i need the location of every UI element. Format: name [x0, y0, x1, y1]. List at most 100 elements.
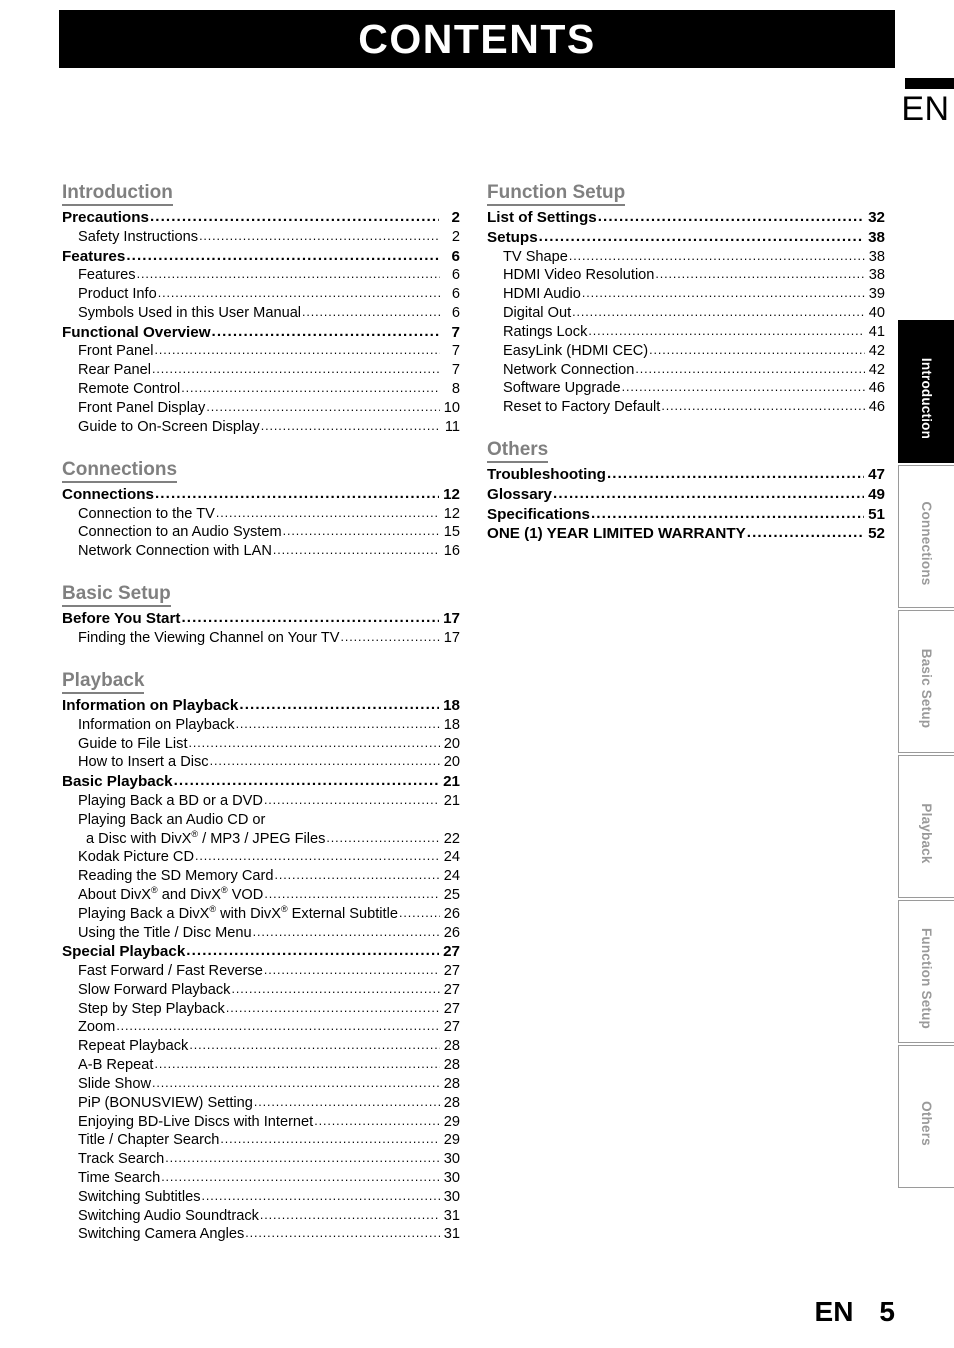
- toc-entry[interactable]: Using the Title / Disc Menu.............…: [62, 924, 460, 943]
- toc-entry[interactable]: HDMI Audio..............................…: [487, 285, 885, 304]
- section-tab-others[interactable]: Others: [898, 1045, 954, 1188]
- toc-page-number: 27: [443, 981, 460, 998]
- toc-entry-label: PiP (BONUSVIEW) Setting: [78, 1094, 253, 1111]
- toc-entry-label: Software Upgrade: [503, 380, 621, 397]
- toc-entry[interactable]: TV Shape................................…: [487, 248, 885, 267]
- toc-page-number: 18: [443, 716, 460, 733]
- toc-entry[interactable]: Guide to On-Screen Display..............…: [62, 418, 460, 437]
- toc-entry[interactable]: Connections.............................…: [62, 485, 460, 505]
- section-tab-connections[interactable]: Connections: [898, 465, 954, 608]
- toc-dot-leader: ........................................…: [211, 322, 439, 340]
- toc-entry[interactable]: Playing Back a BD or a DVD..............…: [62, 792, 460, 811]
- toc-entry[interactable]: Functional Overview.....................…: [62, 323, 460, 343]
- toc-entry[interactable]: Setups..................................…: [487, 228, 885, 248]
- toc-section-heading[interactable]: Function Setup: [487, 182, 626, 207]
- toc-entry[interactable]: Track Search............................…: [62, 1150, 460, 1169]
- toc-entry[interactable]: Glossary................................…: [487, 485, 885, 505]
- toc-entry[interactable]: Symbols Used in this User Manual........…: [62, 304, 460, 323]
- toc-section-heading[interactable]: Introduction: [62, 182, 173, 207]
- toc-entry-label: About DivX® and DivX® VOD: [78, 885, 264, 903]
- toc-entry[interactable]: Information on Playback.................…: [62, 716, 460, 735]
- toc-entry-label: Network Connection with LAN: [78, 543, 272, 560]
- section-tab-strip: Introduction Connections Basic Setup Playba…: [898, 320, 954, 1188]
- toc-entry[interactable]: Software Upgrade........................…: [487, 379, 885, 398]
- toc-entry[interactable]: List of Settings........................…: [487, 208, 885, 228]
- toc-entry[interactable]: Remote Control..........................…: [62, 380, 460, 399]
- toc-dot-leader: ........................................…: [195, 849, 440, 864]
- toc-entry[interactable]: Fast Forward / Fast Reverse.............…: [62, 962, 460, 981]
- section-tab-function-setup[interactable]: Function Setup: [898, 900, 954, 1043]
- section-tab-playback[interactable]: Playback: [898, 755, 954, 898]
- toc-entry[interactable]: Zoom....................................…: [62, 1018, 460, 1037]
- toc-entry[interactable]: Switching Subtitles.....................…: [62, 1188, 460, 1207]
- toc-section: Connections Connections..................…: [62, 459, 460, 561]
- toc-section-heading[interactable]: Basic Setup: [62, 583, 171, 608]
- toc-entry-label: Title / Chapter Search: [78, 1132, 220, 1149]
- toc-entry[interactable]: Before You Start........................…: [62, 609, 460, 629]
- toc-entry[interactable]: Connection to the TV....................…: [62, 505, 460, 524]
- toc-entry[interactable]: Network Connection with LAN.............…: [62, 542, 460, 561]
- toc-section-heading[interactable]: Playback: [62, 670, 145, 695]
- toc-entry[interactable]: Finding the Viewing Channel on Your TV..…: [62, 629, 460, 648]
- toc-entry[interactable]: Network Connection......................…: [487, 361, 885, 380]
- toc-entry[interactable]: Guide to File List......................…: [62, 735, 460, 754]
- toc-entry[interactable]: ONE (1) YEAR LIMITED WARRANTY...........…: [487, 524, 885, 544]
- toc-entry[interactable]: a Disc with DivX® / MP3 / JPEG Files....…: [62, 829, 460, 849]
- toc-entry[interactable]: Repeat Playback.........................…: [62, 1037, 460, 1056]
- toc-entry[interactable]: Safety Instructions.....................…: [62, 228, 460, 247]
- toc-entry[interactable]: Playing Back a DivX® with DivX® External…: [62, 904, 460, 924]
- section-tab-introduction[interactable]: Introduction: [898, 320, 954, 463]
- toc-entry[interactable]: HDMI Video Resolution...................…: [487, 266, 885, 285]
- toc-page-number: 42: [868, 342, 885, 359]
- toc-dot-leader: ........................................…: [590, 504, 864, 522]
- toc-page-number: 6: [451, 305, 460, 322]
- toc-entry[interactable]: Playing Back an Audio CD or.............…: [62, 811, 460, 830]
- toc-entry[interactable]: Rear Panel..............................…: [62, 361, 460, 380]
- toc-entry[interactable]: Specifications..........................…: [487, 505, 885, 525]
- toc-entry[interactable]: Front Panel.............................…: [62, 342, 460, 361]
- toc-entry[interactable]: PiP (BONUSVIEW) Setting.................…: [62, 1094, 460, 1113]
- footer-page-number: 5: [879, 1296, 895, 1327]
- toc-entry[interactable]: Features................................…: [62, 247, 460, 267]
- toc-entry[interactable]: Precautions.............................…: [62, 208, 460, 228]
- toc-entry[interactable]: Reading the SD Memory Card..............…: [62, 867, 460, 886]
- toc-entry[interactable]: Digital Out.............................…: [487, 304, 885, 323]
- toc-entry-label: Information on Playback: [78, 716, 235, 733]
- toc-entry[interactable]: Basic Playback..........................…: [62, 772, 460, 792]
- toc-entry[interactable]: Step by Step Playback...................…: [62, 1000, 460, 1019]
- toc-entry[interactable]: Special Playback........................…: [62, 942, 460, 962]
- toc-entry[interactable]: Time Search.............................…: [62, 1169, 460, 1188]
- toc-entry[interactable]: Switching Camera Angles.................…: [62, 1225, 460, 1244]
- toc-entry-label: Precautions: [62, 209, 149, 227]
- toc-page-number: 29: [443, 1113, 460, 1130]
- toc-entry[interactable]: Information on Playback.................…: [62, 696, 460, 716]
- toc-page-number: 32: [868, 209, 885, 227]
- toc-entry[interactable]: Switching Audio Soundtrack..............…: [62, 1207, 460, 1226]
- toc-entry[interactable]: Front Panel Display.....................…: [62, 399, 460, 418]
- toc-entry[interactable]: Slow Forward Playback...................…: [62, 981, 460, 1000]
- toc-entry[interactable]: Enjoying BD-Live Discs with Internet....…: [62, 1113, 460, 1132]
- toc-entry-label: Fast Forward / Fast Reverse: [78, 963, 263, 979]
- toc-section-heading[interactable]: Connections: [62, 459, 178, 483]
- toc-entry[interactable]: Slide Show..............................…: [62, 1075, 460, 1094]
- toc-entry[interactable]: Kodak Picture CD........................…: [62, 848, 460, 867]
- toc-entry-label: HDMI Audio: [503, 286, 581, 303]
- toc-entry[interactable]: Features................................…: [62, 266, 460, 285]
- toc-dot-leader: ........................................…: [588, 323, 865, 338]
- toc-entry[interactable]: Connection to an Audio System...........…: [62, 523, 460, 542]
- toc-entry[interactable]: Troubleshooting.........................…: [487, 465, 885, 485]
- toc-entry[interactable]: Product Info............................…: [62, 285, 460, 304]
- toc-entry[interactable]: Ratings Lock............................…: [487, 323, 885, 342]
- section-tab-basic-setup[interactable]: Basic Setup: [898, 610, 954, 753]
- toc-entry[interactable]: Title / Chapter Search..................…: [62, 1131, 460, 1150]
- toc-entry[interactable]: About DivX® and DivX® VOD...............…: [62, 886, 460, 905]
- toc-section: Playback Information on Playback.........…: [62, 670, 460, 1244]
- toc-page-number: 12: [443, 505, 460, 522]
- toc-entry-label: HDMI Video Resolution: [503, 267, 655, 284]
- toc-entry[interactable]: EasyLink (HDMI CEC).....................…: [487, 342, 885, 361]
- toc-page-number: 51: [868, 505, 885, 523]
- toc-entry[interactable]: Reset to Factory Default................…: [487, 398, 885, 417]
- toc-section-heading[interactable]: Others: [487, 439, 549, 464]
- toc-entry[interactable]: How to Insert a Disc....................…: [62, 753, 460, 772]
- toc-entry[interactable]: A-B Repeat..............................…: [62, 1056, 460, 1075]
